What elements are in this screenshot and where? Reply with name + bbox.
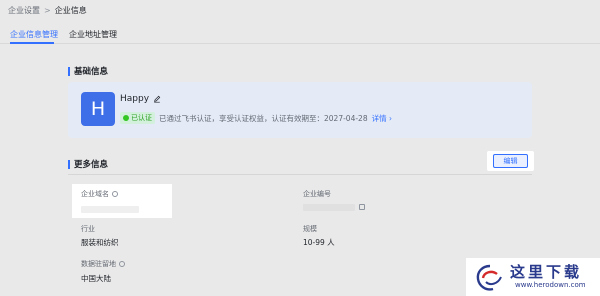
- scale-label-text: 规模: [303, 225, 317, 233]
- breadcrumb-separator: >: [44, 6, 51, 15]
- watermark-url: www.herodown.com: [515, 281, 586, 289]
- company-avatar: H: [81, 92, 115, 126]
- more-info-title: 更多信息: [68, 158, 108, 170]
- certified-badge-label: 已认证: [131, 114, 152, 122]
- breadcrumb: 企业设置 > 企业信息: [8, 5, 87, 16]
- industry-value: 服装和纺织: [81, 238, 119, 247]
- check-circle-icon: [123, 115, 129, 121]
- certification-row: 已认证 已通过飞书认证，享受认证权益，认证有效期至：2027-04-28 详情 …: [120, 112, 392, 124]
- edit-pencil-icon[interactable]: [153, 95, 161, 103]
- data-residency-label: 数据驻留地: [81, 259, 125, 269]
- company-code-label-text: 企业编号: [303, 190, 331, 198]
- watermark-title: 这里下载: [510, 263, 583, 281]
- basic-info-card: H Happy 已认证 已通过飞书认证，享受认证权益，认证有效期至：2027-0…: [68, 82, 532, 138]
- company-name-row: Happy: [120, 94, 161, 104]
- certification-text: 已通过飞书认证，享受认证权益，认证有效期至：2027-04-28: [159, 113, 368, 123]
- company-name: Happy: [120, 94, 150, 104]
- section-bar: [68, 159, 70, 169]
- breadcrumb-parent[interactable]: 企业设置: [8, 5, 40, 16]
- scale-label: 规模: [303, 224, 317, 234]
- chevron-right-icon: ›: [388, 113, 392, 123]
- domain-label-text: 企业域名: [81, 190, 109, 198]
- edit-button-highlight: 编辑: [487, 151, 534, 171]
- industry-label-text: 行业: [81, 225, 95, 233]
- watermark-logo-icon: [476, 264, 502, 291]
- edit-button[interactable]: 编辑: [493, 154, 528, 168]
- company-code-label: 企业编号: [303, 189, 331, 199]
- certification-details-link[interactable]: 详情 ›: [372, 113, 392, 124]
- domain-value-redacted: [81, 206, 139, 213]
- basic-info-title-text: 基础信息: [74, 67, 109, 77]
- domain-label: 企业域名: [81, 189, 118, 199]
- certification-details-label: 详情: [371, 113, 387, 123]
- active-tab-indicator: [10, 42, 54, 44]
- data-residency-label-text: 数据驻留地: [81, 260, 116, 268]
- info-icon[interactable]: [112, 191, 118, 197]
- breadcrumb-current: 企业信息: [54, 6, 87, 15]
- more-info-title-text: 更多信息: [74, 160, 109, 170]
- data-residency-value: 中国大陆: [81, 274, 111, 283]
- certified-badge: 已认证: [120, 112, 155, 124]
- tab-company-info[interactable]: 企业信息管理: [10, 29, 58, 40]
- basic-info-title: 基础信息: [68, 65, 108, 77]
- industry-label: 行业: [81, 224, 95, 234]
- info-icon[interactable]: [119, 261, 125, 267]
- copy-icon[interactable]: [359, 204, 365, 210]
- section-bar: [68, 66, 70, 76]
- tab-company-address[interactable]: 企业地址管理: [69, 29, 117, 40]
- site-watermark: 这里下载 www.herodown.com: [466, 258, 600, 296]
- tab-bar: 企业信息管理 企业地址管理: [0, 24, 600, 44]
- section-divider: [68, 174, 532, 175]
- company-code-redacted: [303, 204, 355, 211]
- scale-value: 10-99 人: [303, 238, 335, 247]
